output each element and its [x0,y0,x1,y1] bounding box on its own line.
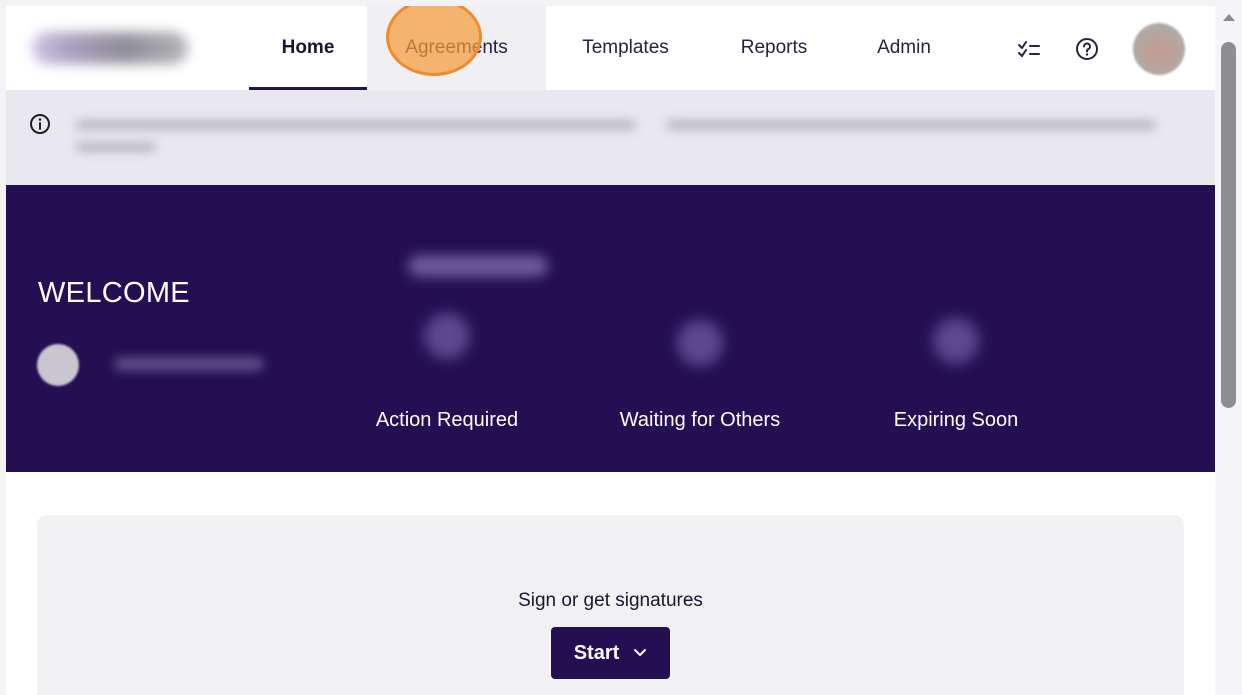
stat-count-redacted [933,318,979,364]
chevron-down-icon [634,649,647,656]
banner-text-redacted [666,120,1156,130]
tab-admin[interactable]: Admin [843,6,965,90]
tasks-checklist-icon[interactable] [1014,34,1044,64]
stat-count-redacted [424,313,470,359]
top-navigation: Home Agreements Templates Reports Admin [6,6,1215,90]
stat-label: Waiting for Others [619,409,781,431]
hero-heading-redacted [408,255,548,277]
tab-home-label: Home [281,37,335,58]
notification-banner [6,90,1215,185]
scroll-up-arrow-icon[interactable] [1223,14,1235,21]
user-name-redacted [114,357,264,371]
stat-label: Action Required [375,409,519,431]
stat-label: Expiring Soon [893,409,1019,431]
scroll-thumb[interactable] [1221,42,1236,408]
start-button-label: Start [573,641,620,664]
banner-text-redacted [76,120,636,130]
tab-agreements[interactable]: Agreements [367,6,546,90]
tab-admin-label: Admin [877,37,931,58]
tab-reports[interactable]: Reports [705,6,843,90]
brand-logo[interactable] [32,32,188,64]
banner-text-redacted [76,142,156,152]
tab-home[interactable]: Home [249,6,367,90]
stat-count-redacted [677,320,723,366]
tab-templates[interactable]: Templates [546,6,705,90]
help-circle-icon[interactable] [1072,34,1102,64]
card-title: Sign or get signatures [518,590,703,611]
stat-action-required[interactable]: Action Required [337,313,557,432]
info-circle-icon [30,114,50,134]
app-window: Home Agreements Templates Reports Admin [6,6,1215,695]
user-avatar[interactable] [1133,23,1185,75]
tab-reports-label: Reports [740,37,808,58]
start-button[interactable]: Start [551,627,670,679]
stat-waiting-for-others[interactable]: Waiting for Others [590,320,810,432]
hero-avatar [37,344,79,386]
stat-expiring-soon[interactable]: Expiring Soon [846,318,1066,432]
sign-card: Sign or get signatures Start [37,515,1184,695]
welcome-heading: WELCOME [38,277,190,309]
welcome-hero: WELCOME Action Required Waiting for Othe… [6,185,1215,472]
vertical-scrollbar[interactable] [1215,0,1242,695]
tab-agreements-label: Agreements [405,37,508,58]
tab-templates-label: Templates [582,37,669,58]
